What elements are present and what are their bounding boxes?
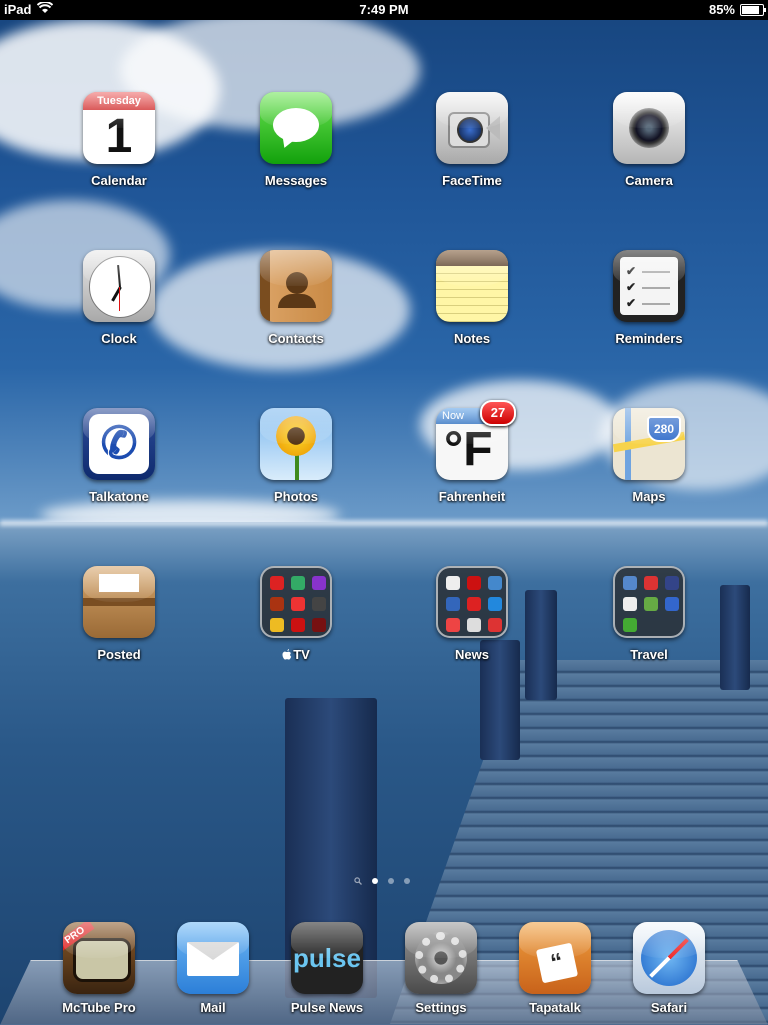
page-dot: [372, 878, 378, 884]
battery-fill: [742, 5, 759, 14]
app-label: FaceTime: [442, 173, 502, 188]
app-label: Talkatone: [89, 489, 149, 504]
app-notes[interactable]: Notes: [412, 250, 532, 360]
gear-icon: [405, 922, 477, 994]
app-label: Notes: [453, 331, 491, 346]
clock-time: 7:49 PM: [359, 2, 409, 17]
envelope-icon: [177, 922, 249, 994]
folder-tv[interactable]: TV: [236, 566, 356, 676]
folder-news[interactable]: News: [412, 566, 532, 676]
app-label: Fahrenheit: [438, 489, 506, 504]
calendar-day: 1: [105, 110, 133, 163]
app-label: Photos: [273, 489, 319, 504]
dock-app-tapatalk[interactable]: “ Tapatalk: [495, 922, 615, 1015]
app-facetime[interactable]: FaceTime: [412, 92, 532, 202]
app-label: Mail: [200, 1000, 226, 1015]
app-label: Maps: [632, 489, 666, 504]
dock-app-mail[interactable]: Mail: [153, 922, 273, 1015]
app-calendar[interactable]: Tuesday 1 Calendar: [59, 92, 179, 202]
battery-percent: 85%: [708, 2, 735, 17]
app-label: TV: [236, 647, 356, 662]
app-maps[interactable]: 280 Maps: [589, 408, 709, 518]
phone-handset-icon: ✆: [83, 408, 155, 480]
map-icon: 280: [613, 408, 685, 480]
fahrenheit-unit: °F: [444, 423, 493, 476]
calendar-weekday: Tuesday: [83, 92, 155, 110]
notepad-icon: [436, 250, 508, 322]
apple-logo-icon: [282, 647, 293, 662]
app-clock[interactable]: Clock: [59, 250, 179, 360]
chat-paper-icon: “: [519, 922, 591, 994]
tv-icon: PRO: [63, 922, 135, 994]
camera-lens-icon: [613, 92, 685, 164]
app-label: Camera: [625, 173, 673, 188]
package-icon: [83, 566, 155, 638]
folder-tv-label: TV: [293, 647, 310, 662]
app-contacts[interactable]: Contacts: [236, 250, 356, 360]
video-camera-icon: [436, 92, 508, 164]
app-label: Posted: [97, 647, 141, 662]
folder-icon: [613, 566, 685, 638]
pulse-logo-icon: pulse: [291, 922, 363, 994]
battery-icon: [740, 3, 766, 16]
calendar-icon: Tuesday 1: [83, 92, 155, 164]
app-label: Calendar: [91, 173, 147, 188]
dock-app-settings[interactable]: Settings: [381, 922, 501, 1015]
thermometer-icon: Now °F 27: [436, 400, 516, 480]
app-photos[interactable]: Photos: [236, 408, 356, 518]
folder-icon: [260, 566, 332, 638]
app-label: News: [455, 647, 489, 662]
notification-badge: 27: [480, 400, 516, 426]
checklist-icon: ✔ ✔ ✔: [613, 250, 685, 322]
search-icon: [354, 872, 362, 890]
dock-app-safari[interactable]: Safari: [609, 922, 729, 1015]
app-label: Reminders: [615, 331, 683, 346]
page-dot: [404, 878, 410, 884]
app-label: Pulse News: [290, 1000, 364, 1015]
app-label: Messages: [264, 173, 328, 188]
app-label: Contacts: [268, 331, 324, 346]
dock-app-pulse[interactable]: pulse Pulse News: [267, 922, 387, 1015]
folder-icon: [436, 566, 508, 638]
dock-app-mctube[interactable]: PRO McTube Pro: [39, 922, 159, 1015]
wooden-post: [720, 585, 750, 690]
app-messages[interactable]: Messages: [236, 92, 356, 202]
app-reminders[interactable]: ✔ ✔ ✔ Reminders: [589, 250, 709, 360]
app-label: Settings: [415, 1000, 467, 1015]
sunflower-icon: [260, 408, 332, 480]
app-label: Travel: [630, 647, 668, 662]
app-camera[interactable]: Camera: [589, 92, 709, 202]
app-fahrenheit[interactable]: Now °F 27 Fahrenheit: [412, 400, 532, 518]
status-bar: iPad 7:49 PM 85%: [0, 0, 768, 20]
folder-travel[interactable]: Travel: [589, 566, 709, 676]
app-label: Safari: [650, 1000, 688, 1015]
app-label: McTube Pro: [62, 1000, 136, 1015]
app-label: Clock: [101, 331, 137, 346]
app-talkatone[interactable]: ✆ Talkatone: [59, 408, 179, 518]
app-posted[interactable]: Posted: [59, 566, 179, 676]
page-indicator[interactable]: [354, 872, 410, 890]
page-dot: [388, 878, 394, 884]
compass-icon: [633, 922, 705, 994]
app-label: Tapatalk: [529, 1000, 581, 1015]
address-book-icon: [260, 250, 332, 322]
speech-bubble-icon: [260, 92, 332, 164]
clock-icon: [83, 250, 155, 322]
wallpaper-horizon: [0, 520, 768, 526]
highway-shield: 280: [647, 416, 681, 442]
